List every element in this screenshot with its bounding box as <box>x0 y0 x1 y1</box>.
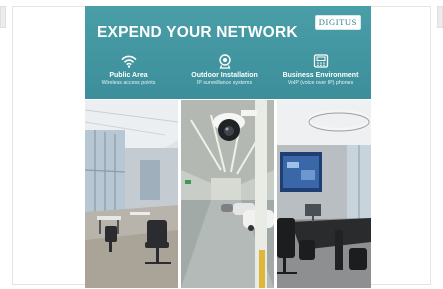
feature-heading: Public Area <box>109 72 148 79</box>
banner-title: EXPEND YOUR NETWORK <box>97 24 298 41</box>
left-edge-fragment <box>0 6 6 28</box>
feature-public-area: Public Area Wireless access points <box>81 53 176 87</box>
feature-outdoor-installation: Outdoor Installation IP surveillance sys… <box>177 53 272 87</box>
feature-heading: Business Environment <box>282 72 359 79</box>
parking-garage-camera-photo <box>181 100 274 288</box>
feature-heading: Outdoor Installation <box>191 72 258 79</box>
right-edge-fragment <box>437 6 443 28</box>
feature-subtext: IP surveillance systems <box>196 80 253 86</box>
feature-subtext: VoIP (voice over IP) phones <box>287 80 354 86</box>
feature-subtext: Wireless access points <box>101 80 156 86</box>
network-banner: EXPEND YOUR NETWORK DIGITUS Public Area … <box>85 6 371 288</box>
feature-business-environment: Business Environment VoIP (voice over IP… <box>273 53 368 87</box>
wifi-icon <box>121 53 137 69</box>
banner-header: EXPEND YOUR NETWORK DIGITUS Public Area … <box>85 6 371 99</box>
photo-strip <box>85 100 371 288</box>
public-area-photo <box>85 100 178 288</box>
conference-room-photo <box>277 100 371 288</box>
digitus-logo: DIGITUS <box>314 15 361 30</box>
phone-icon <box>313 53 329 69</box>
camera-icon <box>217 53 233 69</box>
